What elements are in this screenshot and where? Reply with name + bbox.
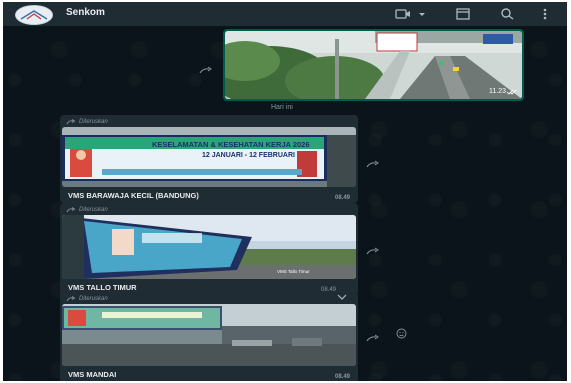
caption-text: VMS MANDAI (68, 369, 117, 379)
search-icon[interactable] (499, 7, 515, 21)
date-divider: Hari ini (271, 104, 293, 111)
double-check-icon (507, 89, 517, 95)
logo-icon (20, 10, 48, 20)
forwarded-message[interactable]: Diteruskan VMS MANDAI 08.49 (60, 292, 358, 381)
message-time: 08.49 (334, 195, 350, 201)
photo-watermark: VMS Tallo Timur (277, 269, 310, 274)
chevron-down-icon[interactable] (336, 294, 348, 300)
forward-icon[interactable] (366, 155, 380, 168)
emoji-reaction-icon[interactable] (396, 328, 407, 339)
vms-photo[interactable]: KESELAMATAN & KESEHATAN KERJA 2026 12 JA… (62, 127, 356, 187)
banner-dates: 12 JANUARI - 12 FEBRUARI 2026 (202, 152, 313, 159)
forwarded-text: Diteruskan (79, 119, 108, 125)
message-time: 08.49 (334, 374, 350, 380)
forwarded-icon (66, 296, 76, 302)
forwarded-icon (66, 207, 76, 213)
forwarded-icon (66, 119, 76, 125)
message-time: 11.23 (489, 88, 506, 95)
message-time: 08.49 (321, 287, 337, 293)
group-avatar[interactable] (15, 5, 53, 25)
caption-text: VMS BARAWAJA KECIL (BANDUNG) (68, 190, 199, 200)
toll-road-photo[interactable]: 11.23 (225, 31, 522, 99)
forwarded-text: Diteruskan (79, 296, 108, 302)
message-caption: VMS BARAWAJA KECIL (BANDUNG) 08.49 (62, 187, 356, 203)
forward-icon[interactable] (199, 61, 213, 74)
forwarded-text: Diteruskan (79, 207, 108, 213)
calendar-icon[interactable] (455, 7, 471, 21)
forwarded-message[interactable]: Diteruskan KESELAMATAN & KESEHATAN KERJA… (60, 115, 358, 203)
forwarded-label: Diteruskan (62, 294, 356, 304)
forward-icon[interactable] (366, 329, 380, 342)
forwarded-label: Diteruskan (62, 117, 356, 127)
more-options-icon[interactable] (541, 7, 549, 21)
video-call-icon[interactable] (395, 7, 411, 21)
forwarded-message[interactable]: Diteruskan VMS Tallo Timur VMS TALLO TIM… (60, 203, 358, 295)
dropdown-caret-icon[interactable] (418, 7, 426, 21)
vms-photo[interactable] (62, 304, 356, 366)
chat-title[interactable]: Senkom (66, 7, 105, 18)
caption-text: VMS TALLO TIMUR (68, 282, 137, 292)
forward-icon[interactable] (366, 242, 380, 255)
image-message[interactable]: 11.23 (223, 29, 524, 101)
message-caption: VMS MANDAI 08.49 (62, 366, 356, 381)
chat-header: Senkom (3, 2, 567, 26)
banner-title: KESELAMATAN & KESEHATAN KERJA 2026 (152, 140, 310, 149)
whatsapp-chat-window: Senkom 11.23 Hari ini Diteruskan KESELAM… (3, 2, 567, 381)
vms-photo[interactable]: VMS Tallo Timur (62, 215, 356, 279)
forwarded-label: Diteruskan (62, 205, 356, 215)
